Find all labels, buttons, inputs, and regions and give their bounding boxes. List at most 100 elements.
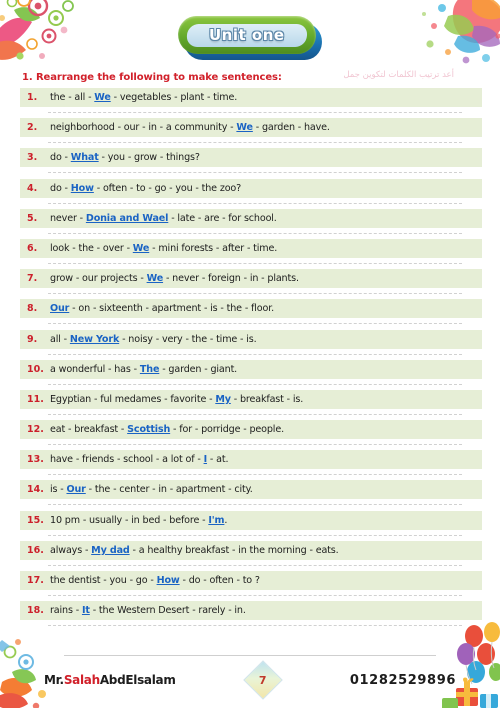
question-number: 9. <box>27 333 38 345</box>
question-text-before-hint: never - <box>50 212 86 224</box>
teacher-last-name: AbdElsalam <box>99 673 176 687</box>
question-row: 14. is - Our - the - center - in - apartm… <box>20 480 482 510</box>
question-row: 6. look - the - over - We - mini forests … <box>20 238 482 269</box>
answer-line <box>48 564 462 566</box>
unit-title: Unit one <box>209 26 285 44</box>
question-band: 1. the - all - We - vegetables - plant - … <box>20 88 482 107</box>
question-row: 15. 10 pm - usually - in bed - before - I… <box>20 510 482 541</box>
question-text-after-hint: - for - porridge - people. <box>170 424 284 436</box>
footer: Mr.SalahAbdElsalam 7 01282529896 <box>0 660 500 700</box>
question-text-after-hint: . <box>224 514 228 526</box>
question-number: 18. <box>27 605 44 617</box>
unit-banner: Unit one <box>0 12 500 64</box>
question-text: always - My dad - a healthy breakfast - … <box>50 545 482 556</box>
question-hint-word: My dad <box>91 544 130 556</box>
answer-line <box>48 202 462 204</box>
question-hint-word: We <box>236 122 253 134</box>
question-text-before-hint: is - <box>50 484 67 496</box>
question-row: 5. never - Donia and Wael - late - are - … <box>20 208 482 239</box>
question-text-after-hint: - breakfast - is. <box>230 393 304 405</box>
question-text: never - Donia and Wael - late - are - fo… <box>50 213 482 224</box>
question-hint-word: Our <box>50 303 70 315</box>
question-row: 11. Egyptian - ful medames - favorite - M… <box>20 389 482 420</box>
question-number: 16. <box>27 544 44 556</box>
instruction-text: 1. Rearrange the following to make sente… <box>22 71 282 83</box>
question-row: 17. the dentist - you - go - How - do - o… <box>20 571 482 601</box>
answer-line <box>48 232 462 234</box>
page-number-badge: 7 <box>240 660 286 700</box>
instruction-row: 1. Rearrange the following to make sente… <box>0 68 500 86</box>
answer-line <box>48 413 462 415</box>
question-text-before-hint: Egyptian - ful medames - favorite - <box>50 393 216 405</box>
question-number: 7. <box>27 273 38 285</box>
question-text-before-hint: neighborhood - our - in - a community - <box>50 122 237 134</box>
question-band: 12. eat - breakfast - Scottish - for - po… <box>20 420 482 440</box>
question-row: 1. the - all - We - vegetables - plant - … <box>20 88 482 118</box>
question-hint-word: What <box>70 152 99 164</box>
question-hint-word: New York <box>69 333 120 345</box>
question-hint-word: Our <box>66 484 86 496</box>
question-hint-word: We <box>132 242 150 254</box>
question-number: 8. <box>27 303 38 315</box>
question-text-after-hint: - noisy - very - the - time - is. <box>119 333 257 345</box>
question-text-after-hint: - the Western Desert - rarely - in. <box>89 605 246 617</box>
question-band: 11. Egyptian - ful medames - favorite - M… <box>20 389 482 409</box>
question-text: all - New York - noisy - very - the - ti… <box>50 334 482 345</box>
question-row: 16. always - My dad - a healthy breakfast… <box>20 540 482 571</box>
page-number: 7 <box>258 673 267 687</box>
question-text-after-hint: - garden - giant. <box>159 363 238 375</box>
question-text-before-hint: the dentist - you - go - <box>50 575 157 586</box>
question-number: 3. <box>27 152 38 164</box>
instruction-arabic-note: أعد ترتيب الكلمات لتكوين جمل <box>343 70 454 80</box>
question-number: 4. <box>27 182 38 194</box>
question-band: 15. 10 pm - usually - in bed - before - I… <box>20 510 482 530</box>
question-row: 8. Our - on - sixteenth - apartment - is … <box>20 299 482 329</box>
banner-inner-plate: Unit one <box>186 23 308 47</box>
question-row: 13. have - friends - school - a lot of - … <box>20 450 482 480</box>
question-hint-word: We <box>94 92 111 103</box>
question-band: 14. is - Our - the - center - in - apartm… <box>20 480 482 500</box>
question-row: 2. neighborhood - our - in - a community … <box>20 118 482 148</box>
question-text-before-hint: always - <box>50 544 92 556</box>
answer-line <box>48 504 462 506</box>
question-text: the - all - We - vegetables - plant - ti… <box>50 92 482 103</box>
answer-line <box>48 444 462 446</box>
answer-line <box>48 172 462 174</box>
answer-line <box>48 595 462 596</box>
question-row: 4. do - How - often - to - go - you - the… <box>20 178 482 209</box>
question-number: 6. <box>27 242 38 254</box>
question-row: 9. all - New York - noisy - very - the - … <box>20 329 482 360</box>
answer-line <box>48 474 462 476</box>
question-band: 8. Our - on - sixteenth - apartment - is … <box>20 299 482 319</box>
question-text-before-hint: the - all - <box>50 92 95 103</box>
question-band: 5. never - Donia and Wael - late - are - … <box>20 208 482 228</box>
answer-line <box>48 142 462 144</box>
teacher-prefix: Mr. <box>44 673 64 687</box>
question-text: rains - It - the Western Desert - rarely… <box>50 605 482 616</box>
question-band: 6. look - the - over - We - mini forests … <box>20 238 482 258</box>
question-text: neighborhood - our - in - a community - … <box>50 122 482 133</box>
question-text-after-hint: - do - often - to ? <box>179 575 261 586</box>
question-text-before-hint: have - friends - school - a lot of - <box>50 454 204 466</box>
answer-line <box>48 112 462 113</box>
question-row: 10. a wonderful - has - The - garden - gi… <box>20 359 482 390</box>
answer-line <box>48 323 462 325</box>
question-number: 1. <box>27 92 38 103</box>
question-text-after-hint: - vegetables - plant - time. <box>110 92 238 103</box>
question-text-before-hint: rains - <box>50 605 82 617</box>
answer-line <box>48 293 462 295</box>
question-row: 3. do - What - you - grow - things? <box>20 148 482 178</box>
question-number: 12. <box>27 424 44 436</box>
question-row: 7. grow - our projects - We - never - for… <box>20 269 482 299</box>
question-text-before-hint: grow - our projects - <box>50 273 147 285</box>
question-text-after-hint: - never - foreign - in - plants. <box>163 273 299 285</box>
question-text: the dentist - you - go - How - do - ofte… <box>50 575 482 586</box>
question-number: 5. <box>27 212 38 224</box>
answer-line <box>48 534 462 536</box>
question-number: 2. <box>27 122 38 134</box>
question-band: 13. have - friends - school - a lot of - … <box>20 450 482 470</box>
question-hint-word: How <box>156 575 180 586</box>
question-number: 17. <box>27 575 44 586</box>
question-text: do - How - often - to - go - you - the z… <box>50 183 482 194</box>
teacher-name: Mr.SalahAbdElsalam <box>44 673 176 687</box>
